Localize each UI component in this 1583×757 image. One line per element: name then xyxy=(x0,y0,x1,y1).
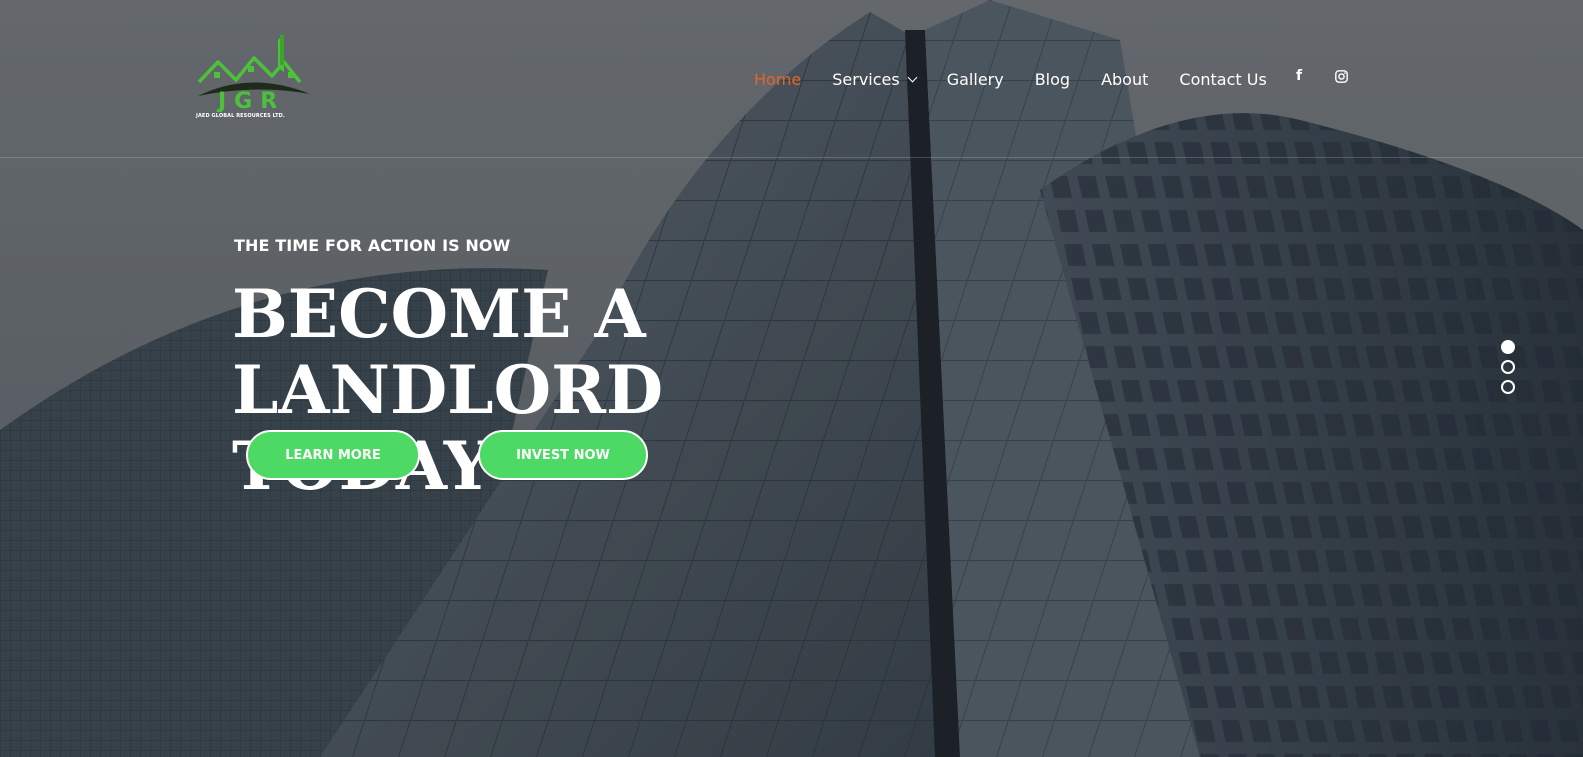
nav-item-contact[interactable]: Contact Us xyxy=(1179,70,1266,89)
logo-house-icon: JGR xyxy=(197,34,310,114)
svg-text:JGR: JGR xyxy=(216,89,285,112)
slider-dot-1[interactable] xyxy=(1501,340,1515,354)
learn-more-button[interactable]: LEARN MORE xyxy=(246,430,420,480)
site-header: JGR JAED GLOBAL RESOURCES LTD. Home Serv… xyxy=(0,0,1583,158)
nav-item-services[interactable]: Services xyxy=(832,69,918,89)
logo-tagline: JAED GLOBAL RESOURCES LTD. xyxy=(196,113,285,119)
nav-item-gallery[interactable]: Gallery xyxy=(947,70,1004,89)
invest-now-button[interactable]: INVEST NOW xyxy=(478,430,648,480)
site-logo[interactable]: JGR JAED GLOBAL RESOURCES LTD. xyxy=(196,32,314,126)
nav-item-home[interactable]: Home xyxy=(754,70,801,89)
chevron-down-icon xyxy=(907,72,918,82)
hero-headline-line1: BECOME A LANDLORD xyxy=(232,275,664,429)
slider-dot-3[interactable] xyxy=(1501,380,1515,394)
nav-item-about[interactable]: About xyxy=(1101,70,1148,89)
main-nav: Home Services Gallery Blog About Contact… xyxy=(754,67,1298,91)
slider-pagination xyxy=(1501,340,1519,400)
facebook-icon[interactable]: f xyxy=(1289,66,1309,86)
hero-eyebrow: THE TIME FOR ACTION IS NOW xyxy=(234,236,511,255)
nav-item-blog[interactable]: Blog xyxy=(1035,70,1070,89)
hero-section: JGR JAED GLOBAL RESOURCES LTD. Home Serv… xyxy=(0,0,1583,757)
slider-dot-2[interactable] xyxy=(1501,360,1515,374)
instagram-icon[interactable] xyxy=(1331,66,1351,86)
nav-item-services-label: Services xyxy=(832,69,900,89)
